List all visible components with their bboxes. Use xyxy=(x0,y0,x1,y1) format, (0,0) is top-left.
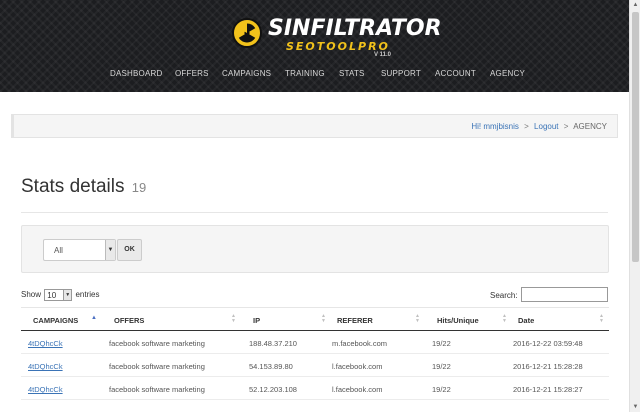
title-divider xyxy=(21,212,608,213)
nav-training[interactable]: TRAINING xyxy=(285,69,325,78)
scroll-down-arrow-icon[interactable]: ▼ xyxy=(631,402,640,412)
brand-version: V 11.0 xyxy=(374,52,392,58)
stats-table: CAMPAIGNS ▲ OFFERS ▲ ▼ IP ▲ ▼ REFERER ▲ ▼ H… xyxy=(21,307,609,400)
nav-dashboard[interactable]: DASHBOARD xyxy=(110,69,162,78)
column-header-campaigns[interactable]: CAMPAIGNS xyxy=(33,316,78,325)
table-row: 4tDQhcCk facebook software marketing 52.… xyxy=(21,377,609,400)
campaign-link[interactable]: 4tDQhcCk xyxy=(28,339,63,348)
filter-panel: All ▼ OK xyxy=(21,225,609,273)
ip-cell: 52.12.203.108 xyxy=(249,385,297,394)
table-row: 4tDQhcCk facebook software marketing 54.… xyxy=(21,354,609,377)
page-length-value: 10 xyxy=(47,291,57,300)
offer-cell: facebook software marketing xyxy=(109,385,205,394)
user-greeting-link[interactable]: Hi! mmjbisnis xyxy=(471,122,519,131)
referer-cell: l.facebook.com xyxy=(332,385,383,394)
column-header-referer[interactable]: REFERER xyxy=(337,316,373,325)
logout-link[interactable]: Logout xyxy=(534,122,558,131)
brand-logo[interactable]: SINFILTRATOR SEOTOOLPRO V 11.0 xyxy=(228,14,442,64)
sort-icon[interactable]: ▲ ▼ xyxy=(599,314,604,324)
nav-account[interactable]: ACCOUNT xyxy=(435,69,476,78)
column-header-offers[interactable]: OFFERS xyxy=(114,316,144,325)
sort-icon[interactable]: ▲ ▼ xyxy=(415,314,420,324)
hits-cell: 19/22 xyxy=(432,385,451,394)
hits-cell: 19/22 xyxy=(432,339,451,348)
page-scrollbar[interactable]: ▲ ▼ xyxy=(629,0,640,412)
breadcrumb-current: AGENCY xyxy=(573,122,607,131)
chevron-down-icon[interactable]: ▼ xyxy=(63,290,72,300)
ip-cell: 188.48.37.210 xyxy=(249,339,297,348)
offer-cell: facebook software marketing xyxy=(109,362,205,371)
scroll-thumb[interactable] xyxy=(632,12,639,262)
campaign-link[interactable]: 4tDQhcCk xyxy=(28,385,63,394)
sort-icon[interactable]: ▲ ▼ xyxy=(321,314,326,324)
page-title-text: Stats details xyxy=(21,176,125,197)
breadcrumb: Hi! mmjbisnis > Logout > AGENCY xyxy=(471,122,607,131)
show-label: Show xyxy=(21,290,42,300)
sort-asc-icon[interactable]: ▲ xyxy=(91,315,97,321)
chevron-down-icon[interactable]: ▼ xyxy=(105,240,115,260)
offer-cell: facebook software marketing xyxy=(109,339,205,348)
date-cell: 2016-12-21 15:28:27 xyxy=(513,385,583,394)
column-header-hits-unique[interactable]: Hits/Unique xyxy=(437,316,479,325)
brand-name: SINFILTRATOR xyxy=(268,16,442,41)
date-cell: 2016-12-22 03:59:48 xyxy=(513,339,583,348)
column-header-ip[interactable]: IP xyxy=(253,316,260,325)
nav-support[interactable]: SUPPORT xyxy=(381,69,421,78)
filter-select-value: All xyxy=(54,246,63,255)
nav-agency[interactable]: AGENCY xyxy=(490,69,525,78)
campaign-link[interactable]: 4tDQhcCk xyxy=(28,362,63,371)
table-row: 4tDQhcCk facebook software marketing 188… xyxy=(21,331,609,354)
filter-select[interactable]: All ▼ xyxy=(43,239,116,261)
breadcrumb-separator: > xyxy=(524,122,529,131)
sort-icon[interactable]: ▲ ▼ xyxy=(502,314,507,324)
referer-cell: m.facebook.com xyxy=(332,339,388,348)
nav-offers[interactable]: OFFERS xyxy=(175,69,209,78)
referer-cell: l.facebook.com xyxy=(332,362,383,371)
main-nav: DASHBOARD OFFERS CAMPAIGNS TRAINING STAT… xyxy=(0,69,629,83)
breadcrumb-bar: Hi! mmjbisnis > Logout > AGENCY xyxy=(11,114,618,138)
scroll-up-arrow-icon[interactable]: ▲ xyxy=(631,0,640,10)
top-header: SINFILTRATOR SEOTOOLPRO V 11.0 DASHBOARD… xyxy=(0,0,629,92)
breadcrumb-separator: > xyxy=(563,122,569,131)
hits-cell: 19/22 xyxy=(432,362,451,371)
date-cell: 2016-12-21 15:28:28 xyxy=(513,362,583,371)
nav-stats[interactable]: STATS xyxy=(339,69,365,78)
page-length-select[interactable]: 10 ▼ xyxy=(44,289,73,301)
column-header-date[interactable]: Date xyxy=(518,316,534,325)
radiation-icon xyxy=(232,18,262,48)
table-header: CAMPAIGNS ▲ OFFERS ▲ ▼ IP ▲ ▼ REFERER ▲ ▼ H… xyxy=(21,307,609,331)
page-length-control: Show 10 ▼ entries xyxy=(21,289,100,301)
search-label: Search: xyxy=(490,291,518,300)
nav-campaigns[interactable]: CAMPAIGNS xyxy=(222,69,271,78)
ip-cell: 54.153.89.80 xyxy=(249,362,293,371)
entries-label: entries xyxy=(75,290,100,300)
page-title: Stats details 19 xyxy=(21,176,146,198)
ok-button[interactable]: OK xyxy=(117,239,142,261)
sort-icon[interactable]: ▲ ▼ xyxy=(231,314,236,324)
record-count: 19 xyxy=(131,180,147,195)
search-input[interactable] xyxy=(521,287,608,302)
